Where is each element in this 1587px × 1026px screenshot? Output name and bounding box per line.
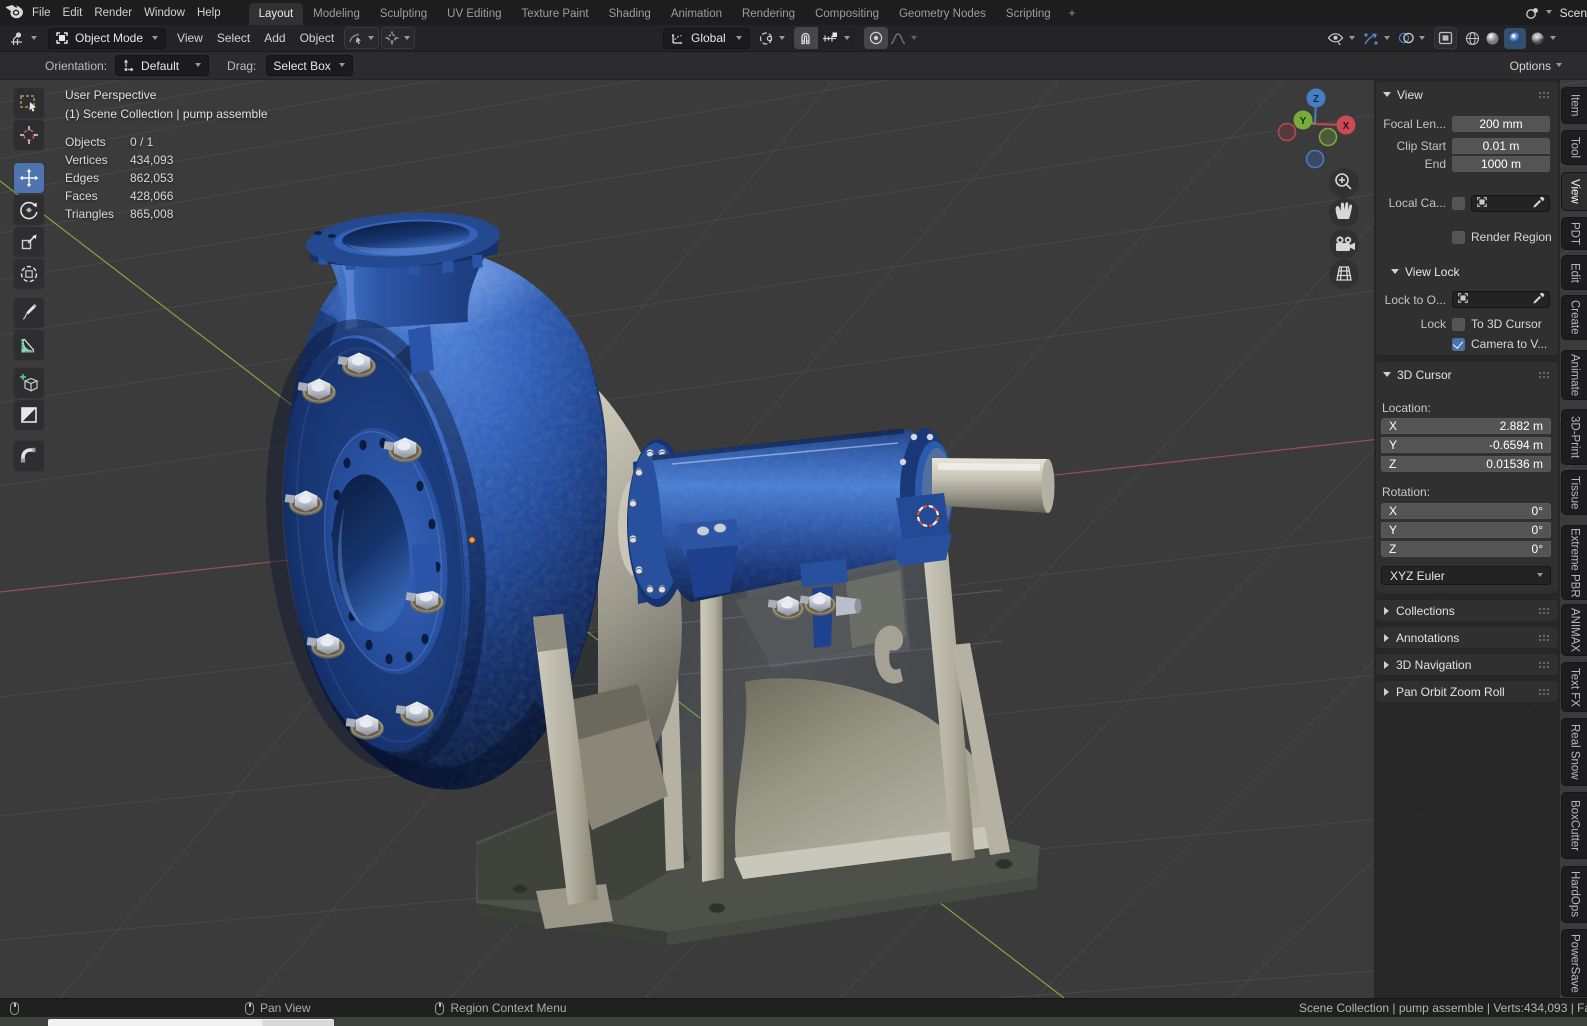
svg-text:Y: Y <box>1300 116 1307 127</box>
svg-text:X: X <box>1343 121 1350 132</box>
svg-text:Z: Z <box>1313 94 1319 105</box>
